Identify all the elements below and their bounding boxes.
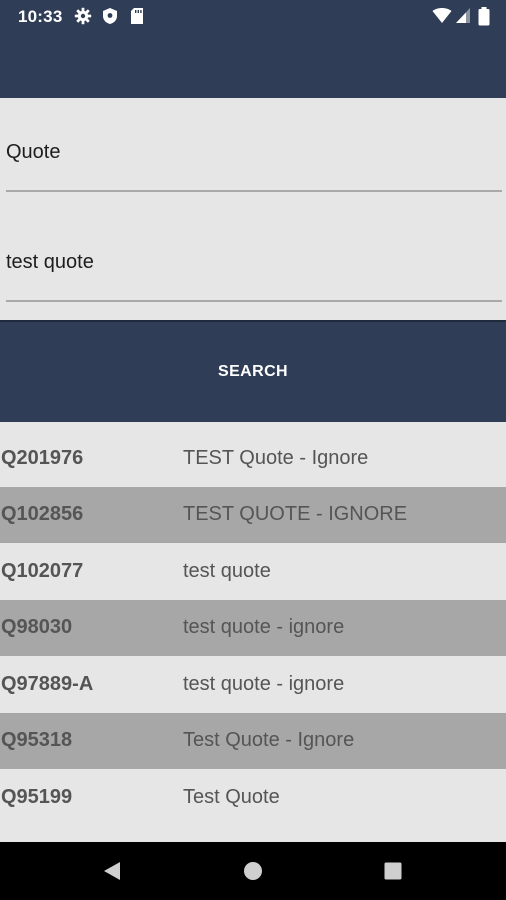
result-id: Q95199 [1,785,73,808]
result-description: Test Quote [183,785,280,808]
status-bar: 10:33 [0,0,506,32]
status-time: 10:33 [18,7,63,26]
result-id: Q98030 [1,616,73,639]
result-row[interactable]: Q97889-A test quote - ignore [0,656,506,713]
result-row[interactable]: Q102856 TEST QUOTE - IGNORE [0,486,506,543]
recents-button[interactable] [353,842,433,900]
result-id: Q95318 [1,729,73,752]
result-description: TEST Quote - Ignore [183,446,369,469]
result-description: test quote - ignore [183,672,345,695]
field-underline [6,190,502,192]
result-description: Test Quote - Ignore [183,729,355,752]
shield-icon [103,8,117,24]
quote-type-value[interactable]: Quote [6,141,60,164]
search-text-field[interactable]: test quote [0,209,506,319]
signal-icon [456,8,470,23]
result-description: TEST QUOTE - IGNORE [183,503,408,526]
results-list: Q201976 TEST Quote - Ignore Q102856 TEST… [0,430,506,826]
back-icon [104,862,120,880]
recents-icon [384,862,402,880]
back-button[interactable] [72,842,152,900]
result-id: Q102077 [1,559,84,582]
quote-type-field[interactable]: Quote [0,99,506,209]
result-description: test quote - ignore [183,616,345,639]
home-button[interactable] [213,842,293,900]
result-row[interactable]: Q98030 test quote - ignore [0,599,506,656]
result-id: Q201976 [1,446,84,469]
app-header: 10:33 [0,0,506,98]
wifi-icon [432,8,452,23]
search-button[interactable]: SEARCH [0,320,506,422]
sd-card-icon [131,8,143,24]
result-description: test quote [183,559,271,582]
result-id: Q102856 [1,503,84,526]
gear-icon [74,7,92,25]
search-text-value[interactable]: test quote [6,251,94,274]
navigation-bar [0,842,506,900]
battery-icon [478,7,490,26]
result-row[interactable]: Q102077 test quote [0,543,506,600]
result-row[interactable]: Q201976 TEST Quote - Ignore [0,430,506,487]
result-row[interactable]: Q95318 Test Quote - Ignore [0,712,506,769]
result-row[interactable]: Q95199 Test Quote [0,769,506,826]
field-underline [6,300,502,302]
result-id: Q97889-A [1,672,94,695]
home-icon [244,862,262,880]
